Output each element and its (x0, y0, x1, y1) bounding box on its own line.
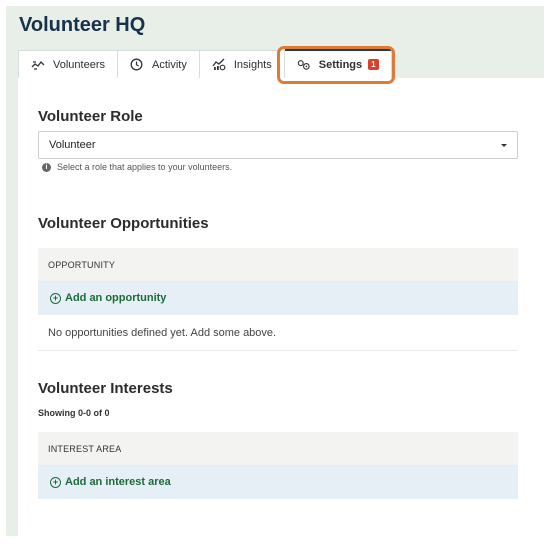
role-hint-text: Select a role that applies to your volun… (57, 162, 233, 172)
tab-label: Settings (318, 58, 363, 71)
info-icon: i (42, 162, 51, 172)
opportunities-table: OPPORTUNITY + Add an opportunity No oppo… (38, 248, 518, 351)
app-frame: Volunteer HQ Volunteers Activity Insight… (6, 6, 544, 536)
insights-chart-icon (212, 58, 226, 72)
interests-column-header: INTEREST AREA (38, 432, 518, 465)
interests-table: INTEREST AREA + Add an interest area (38, 432, 518, 499)
handshake-icon (31, 58, 45, 72)
gears-icon (297, 58, 311, 72)
role-select[interactable]: Volunteer (38, 131, 518, 159)
tab-label: Activity (151, 58, 187, 71)
tab-settings[interactable]: Settings 1 (284, 48, 392, 78)
tab-insights[interactable]: Insights (199, 50, 285, 78)
role-heading: Volunteer Role (38, 108, 143, 125)
opportunities-empty-message: No opportunities defined yet. Add some a… (38, 315, 518, 351)
opportunities-column-header: OPPORTUNITY (38, 248, 518, 281)
plus-circle-icon: + (50, 476, 61, 488)
role-select-value: Volunteer (49, 139, 96, 151)
tab-label: Insights (233, 58, 272, 71)
add-interest-label: Add an interest area (65, 476, 171, 488)
interests-count: Showing 0-0 of 0 (38, 408, 110, 418)
role-hint: i Select a role that applies to your vol… (42, 162, 232, 172)
add-interest-button[interactable]: + Add an interest area (38, 465, 518, 499)
settings-panel: Volunteer Role Volunteer i Select a role… (18, 78, 544, 536)
caret-down-icon (501, 144, 507, 147)
opportunities-heading: Volunteer Opportunities (38, 215, 209, 232)
app-title: Volunteer HQ (19, 14, 146, 36)
tab-volunteers[interactable]: Volunteers (18, 50, 118, 78)
interests-heading: Volunteer Interests (38, 380, 173, 397)
plus-circle-icon: + (50, 292, 61, 304)
clock-icon (130, 58, 144, 72)
add-opportunity-label: Add an opportunity (65, 292, 167, 304)
tab-label: Volunteers (53, 58, 105, 71)
add-opportunity-button[interactable]: + Add an opportunity (38, 281, 518, 315)
tab-activity[interactable]: Activity (117, 50, 200, 78)
notification-badge: 1 (368, 59, 379, 70)
tab-bar: Volunteers Activity Insights Settings 1 (18, 48, 392, 78)
